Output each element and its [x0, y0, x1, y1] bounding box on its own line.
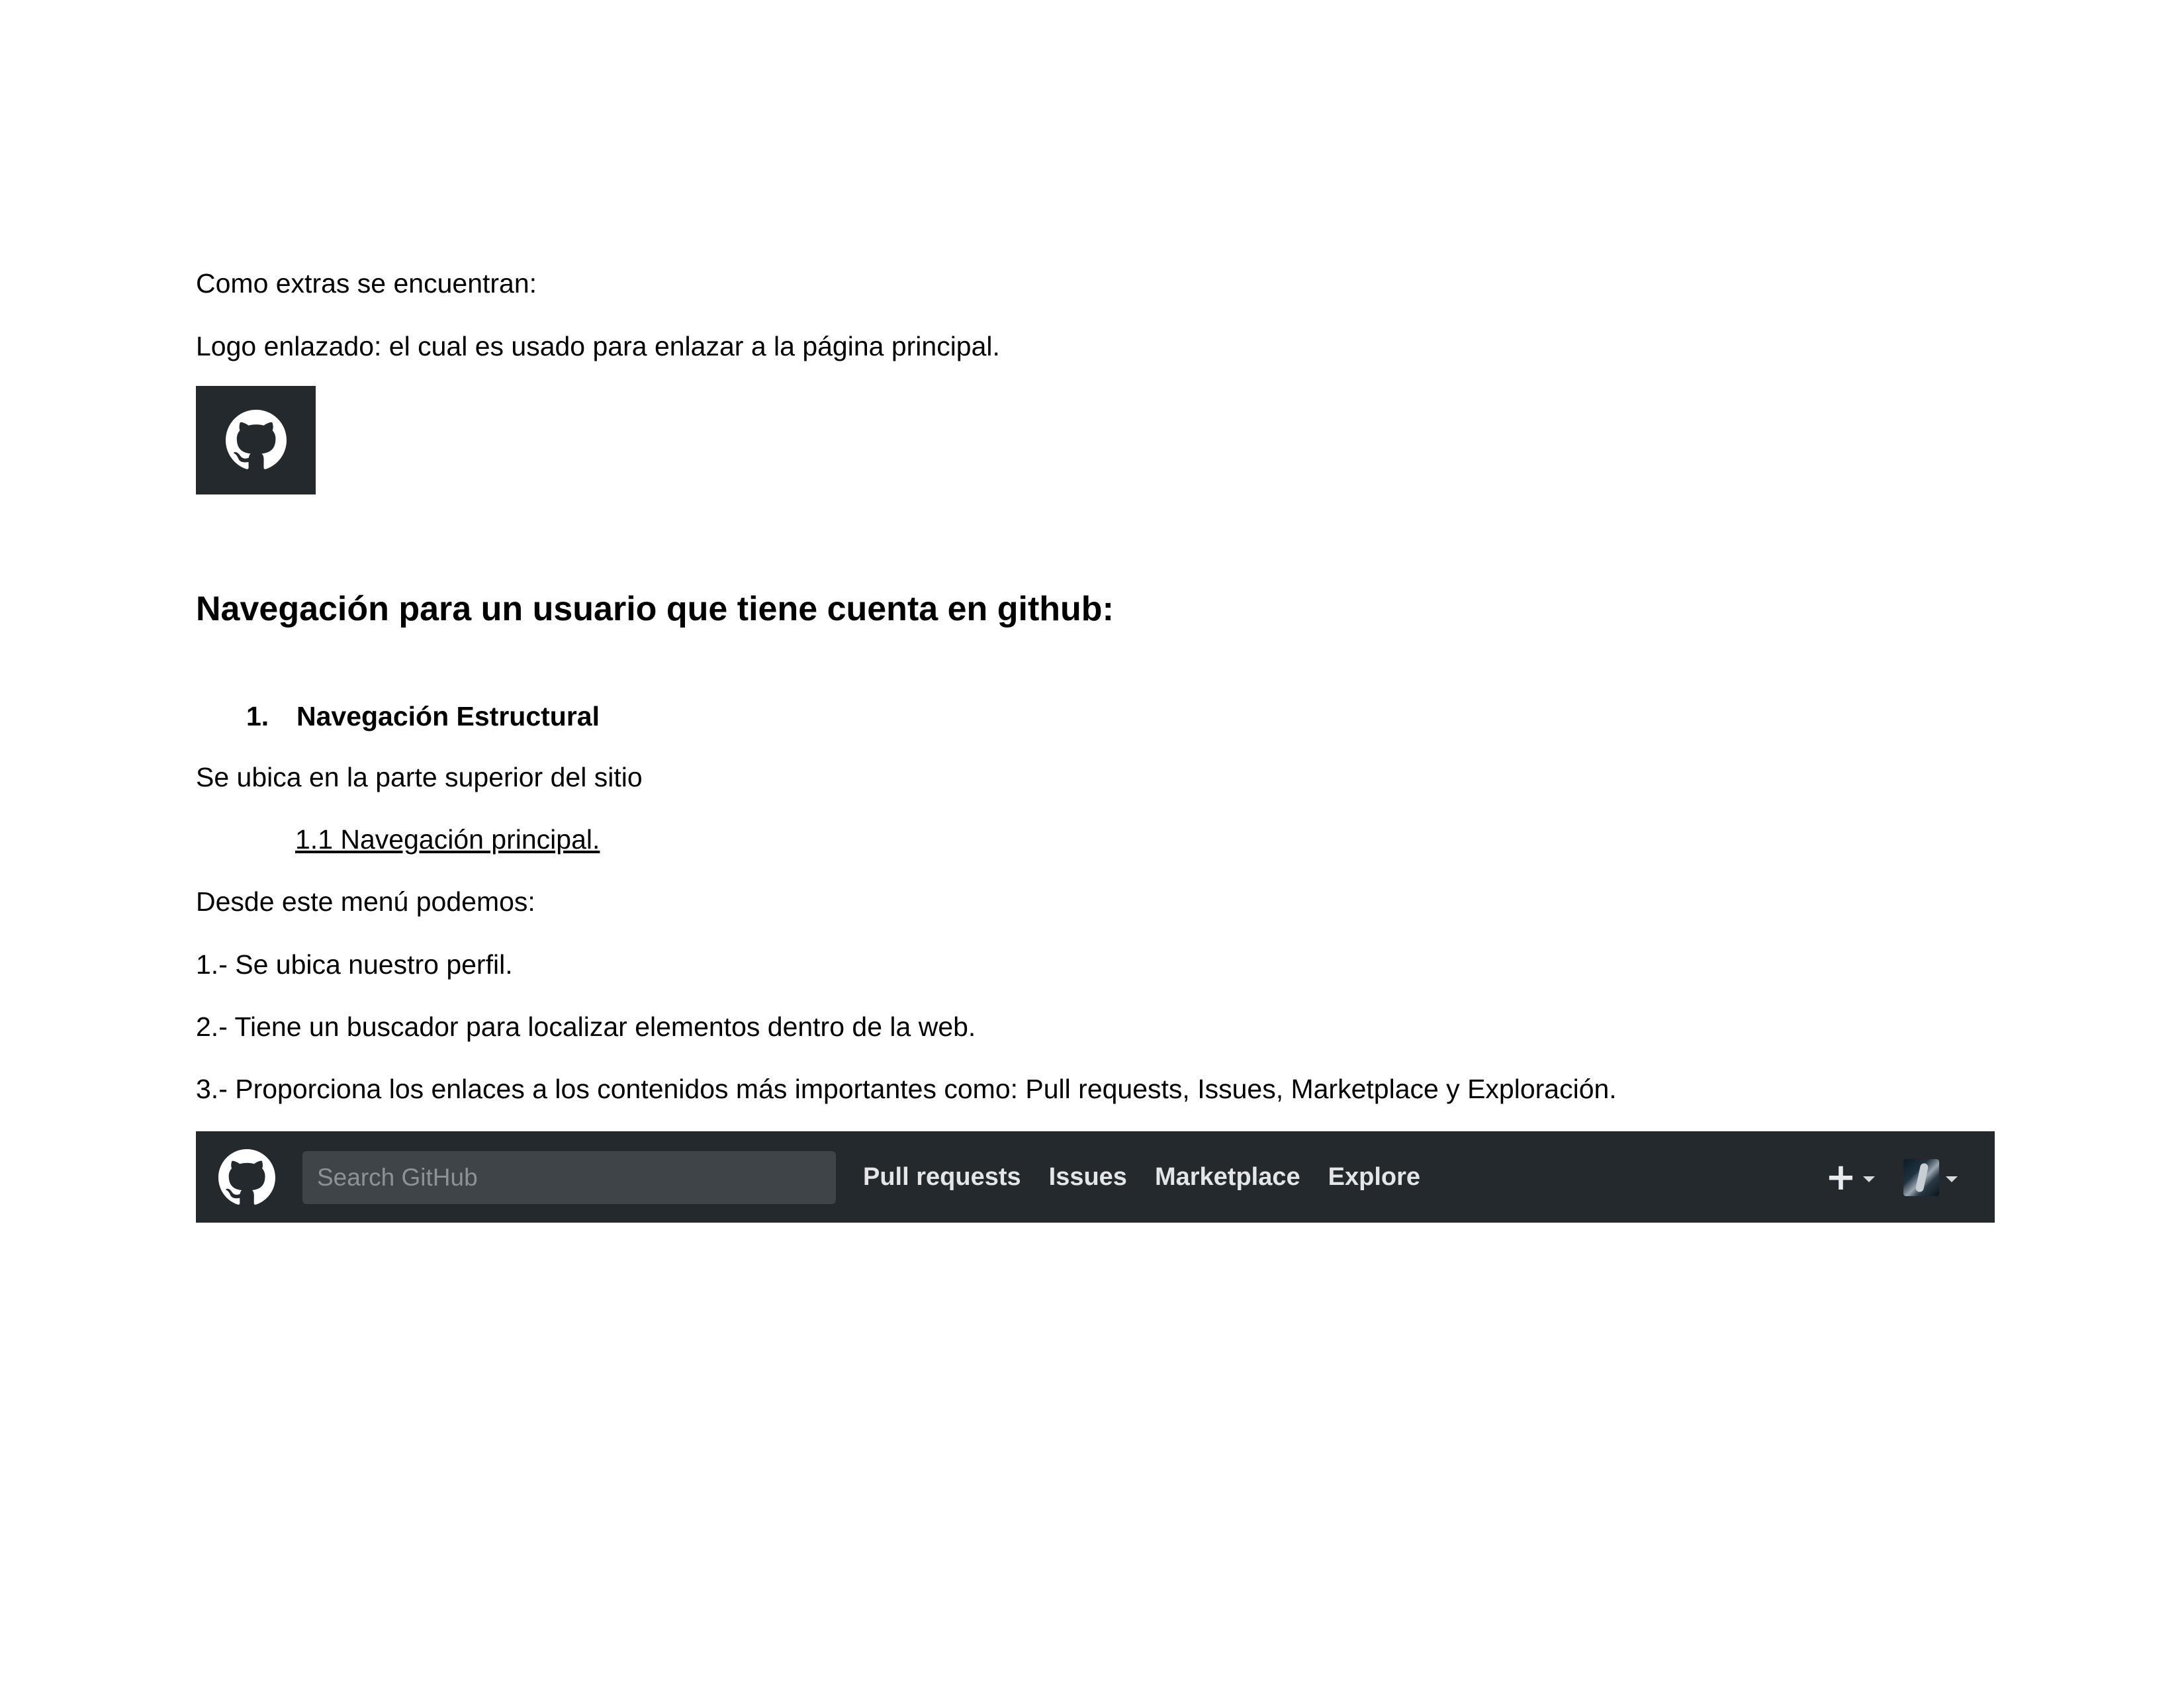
subsection-title: 1.1 Navegación principal.	[295, 824, 600, 855]
list-item-title: Navegación Estructural	[296, 701, 600, 731]
nav-link-explore[interactable]: Explore	[1328, 1163, 1420, 1192]
menu-intro-text: Desde este menú podemos:	[196, 886, 535, 917]
profile-dropdown[interactable]	[1903, 1158, 1958, 1197]
list-item-number: 1.	[246, 701, 269, 731]
github-logo-image[interactable]	[196, 386, 316, 494]
chevron-down-icon	[1862, 1176, 1875, 1182]
location-text: Se ubica en la parte superior del sitio	[196, 762, 643, 792]
github-octocat-icon[interactable]	[218, 1149, 275, 1206]
intro-text: Como extras se encuentran:	[196, 268, 537, 299]
nav-links: Pull requests Issues Marketplace Explore	[863, 1131, 1448, 1223]
point-3-text: 3.- Proporciona los enlaces a los conten…	[196, 1074, 1617, 1104]
chevron-down-icon	[1946, 1176, 1958, 1182]
nav-link-marketplace[interactable]: Marketplace	[1155, 1163, 1300, 1192]
github-octocat-icon	[225, 410, 287, 469]
point-2-text: 2.- Tiene un buscador para localizar ele…	[196, 1011, 976, 1042]
avatar	[1903, 1159, 1939, 1196]
logo-description-text: Logo enlazado: el cual es usado para enl…	[196, 331, 1000, 361]
plus-icon: +	[1825, 1156, 1856, 1199]
create-new-dropdown[interactable]: +	[1825, 1155, 1875, 1200]
point-1-text: 1.- Se ubica nuestro perfil.	[196, 949, 513, 980]
section-heading: Navegación para un usuario que tiene cue…	[196, 590, 1114, 628]
github-navbar: Pull requests Issues Marketplace Explore…	[196, 1131, 1995, 1223]
nav-link-issues[interactable]: Issues	[1049, 1163, 1127, 1192]
search-input[interactable]	[302, 1151, 836, 1204]
nav-link-pull-requests[interactable]: Pull requests	[863, 1163, 1021, 1192]
numbered-list-item: 1. Navegación Estructural	[246, 699, 600, 733]
